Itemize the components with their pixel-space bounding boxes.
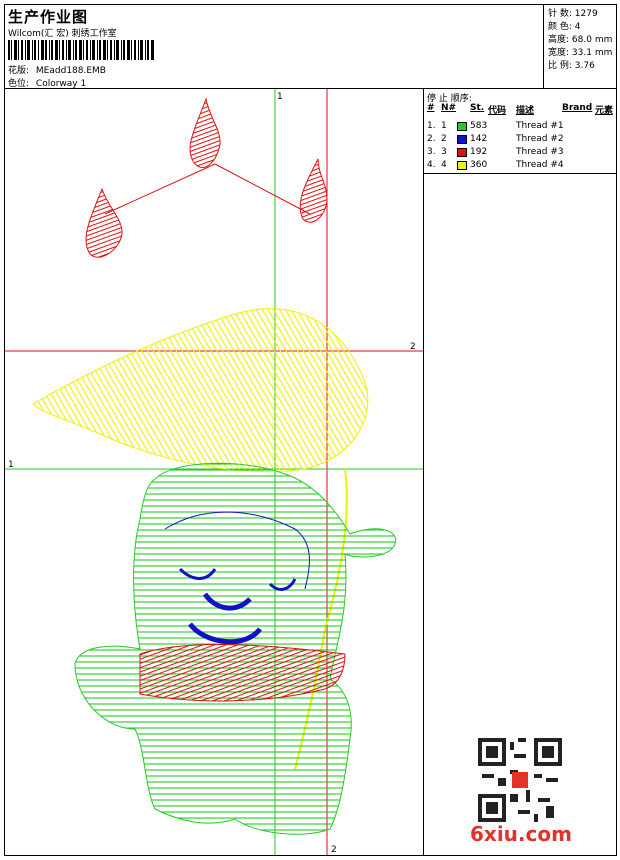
stat-colors: 颜 色: 4 bbox=[548, 22, 581, 32]
guide-label-v2: 2 bbox=[331, 845, 337, 855]
col-desc: 描述 bbox=[516, 106, 535, 116]
table-row[interactable]: 3. 3 192 Thread #3 bbox=[424, 147, 616, 160]
table-row[interactable]: 4. 4 360 Thread #4 bbox=[424, 160, 616, 173]
colorway-label: 色位: bbox=[8, 79, 30, 89]
stop-sequence-panel: 停 止 顺序: # N# St. 代码 描述 Brand 元素 1. 1 583… bbox=[424, 89, 616, 174]
color-swatch bbox=[457, 122, 467, 131]
stat-stitches: 针 数: 1279 bbox=[548, 9, 598, 19]
company-name: Wilcom(汇 宏) 刺绣工作室 bbox=[8, 29, 117, 39]
barcode-icon bbox=[8, 40, 154, 60]
guide-label-h2: 2 bbox=[410, 342, 416, 352]
red-drop-right bbox=[299, 158, 328, 223]
colorway-name: Colorway 1 bbox=[35, 79, 87, 89]
red-drop-left bbox=[85, 187, 123, 258]
design-label: 花版: bbox=[8, 66, 30, 76]
watermark-text: 6xiu.com bbox=[470, 822, 572, 846]
stat-scale: 比 例: 3.76 bbox=[548, 61, 595, 71]
guide-label-v1: 1 bbox=[277, 92, 283, 102]
design-file-name: MEadd188.EMB bbox=[35, 66, 106, 76]
yellow-leaf bbox=[32, 308, 369, 473]
stats-panel: 针 数: 1279 颜 色: 4 高度: 68.0 mm 宽度: 33.1 mm… bbox=[543, 5, 617, 88]
col-element: 元素 bbox=[595, 106, 614, 116]
color-swatch bbox=[457, 135, 467, 144]
page-title: 生产作业图 bbox=[8, 8, 89, 26]
color-swatch bbox=[457, 148, 467, 157]
table-row[interactable]: 2. 2 142 Thread #2 bbox=[424, 134, 616, 147]
red-drop-top bbox=[189, 97, 221, 168]
design-file-line: 花版: MEadd188.EMB bbox=[8, 63, 106, 76]
col-st: St. bbox=[470, 103, 485, 113]
color-swatch bbox=[457, 161, 467, 170]
table-row[interactable]: 1. 1 583 Thread #1 bbox=[424, 121, 616, 134]
worksheet-frame: 生产作业图 Wilcom(汇 宏) 刺绣工作室 花版: MEadd188.EMB… bbox=[4, 4, 617, 856]
worksheet-header: 生产作业图 Wilcom(汇 宏) 刺绣工作室 花版: MEadd188.EMB… bbox=[5, 5, 616, 89]
col-n: N# bbox=[441, 103, 457, 113]
design-canvas[interactable]: 1 2 1 2 bbox=[5, 89, 424, 855]
qr-code-icon bbox=[478, 738, 562, 822]
embroidery-preview: 1 2 1 2 bbox=[5, 89, 423, 855]
stat-width: 宽度: 33.1 mm bbox=[548, 48, 613, 58]
col-num: # bbox=[427, 103, 435, 113]
colorway-line: 色位: Colorway 1 bbox=[8, 76, 86, 89]
col-brand: Brand bbox=[562, 103, 593, 113]
guide-label-h1: 1 bbox=[8, 460, 14, 470]
col-code: 代码 bbox=[488, 106, 507, 116]
stat-height: 高度: 68.0 mm bbox=[548, 35, 613, 45]
